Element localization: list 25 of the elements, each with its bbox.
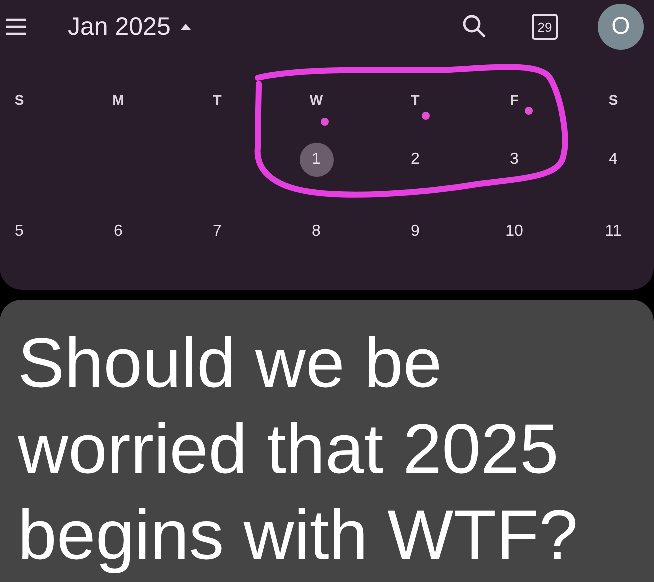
caret-icon[interactable] (180, 24, 191, 30)
calendar-day[interactable]: 1 (300, 143, 334, 177)
calendar-day[interactable]: 11 (596, 215, 630, 249)
calendar-day[interactable]: 3 (498, 143, 532, 177)
message-text: Should we be worried that 2025 begins with WTF? (18, 323, 580, 576)
search-icon[interactable] (462, 14, 488, 40)
calendar-day[interactable]: 5 (2, 215, 36, 249)
weekday-label: T (213, 92, 222, 110)
weekday-label: M (112, 92, 124, 110)
calendar-day[interactable]: 6 (102, 215, 136, 249)
calendar-day[interactable]: 2 (398, 143, 432, 177)
calendar-day[interactable]: 9 (398, 215, 432, 249)
weekday-label: W (310, 92, 324, 110)
calendar-day[interactable]: 10 (498, 215, 532, 249)
menu-icon[interactable] (4, 17, 28, 37)
month-title[interactable]: Jan 2025 (68, 12, 171, 42)
calendar-day[interactable]: 4 (596, 143, 630, 177)
weekday-label: S (608, 92, 618, 110)
calendar-day[interactable]: 7 (200, 215, 234, 249)
account-avatar[interactable]: O (598, 4, 644, 50)
today-button[interactable]: 29 (532, 14, 558, 40)
weekday-label: T (411, 92, 420, 110)
weekday-label: F (510, 92, 519, 110)
calendar-day[interactable]: 8 (300, 215, 334, 249)
weekday-label: S (14, 92, 24, 110)
